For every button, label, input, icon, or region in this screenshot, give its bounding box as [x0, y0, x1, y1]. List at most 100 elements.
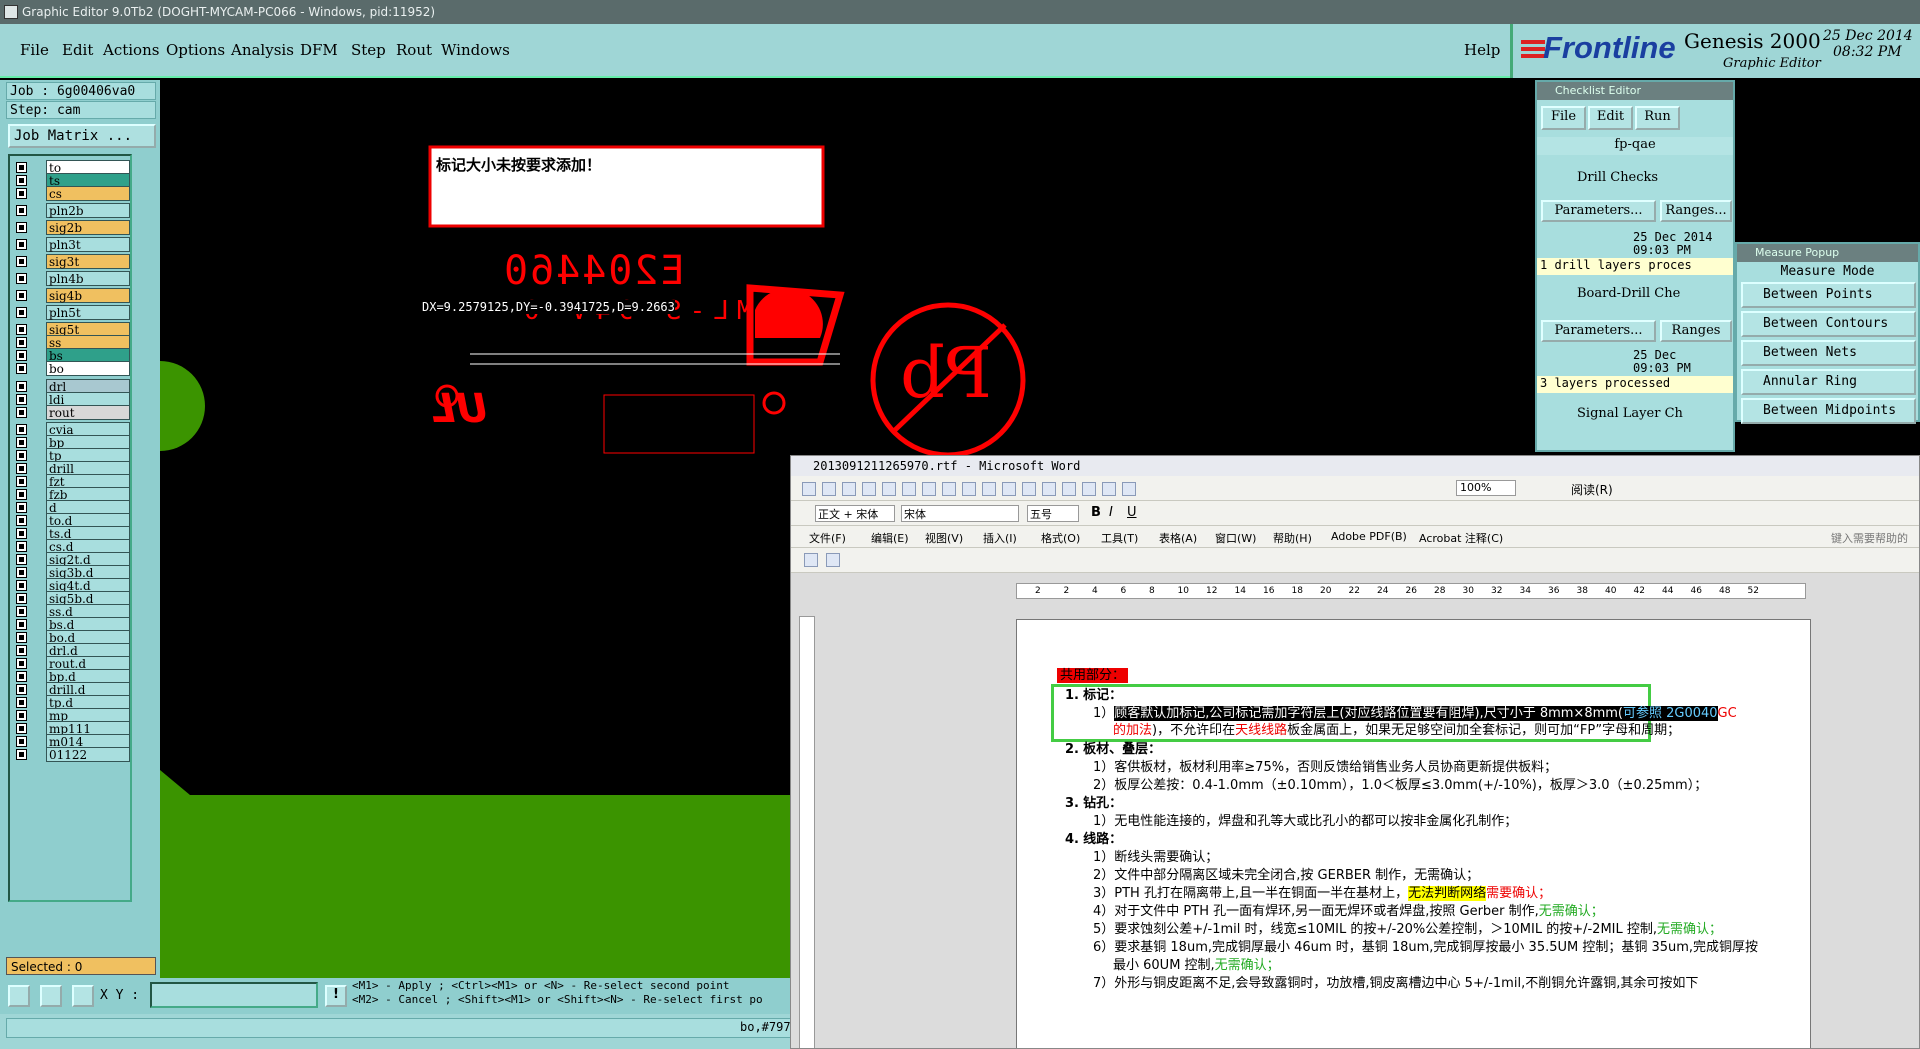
open-icon[interactable]	[822, 481, 836, 496]
table-icon[interactable]	[1062, 481, 1076, 496]
help-search-box[interactable]: 键入需要帮助的	[1831, 530, 1908, 546]
mode-between-midpoints[interactable]: Between Midpoints	[1741, 398, 1916, 424]
layer-row-pln4b[interactable]: pln4b	[14, 271, 130, 286]
layer-checkbox[interactable]	[16, 619, 27, 630]
layer-checkbox[interactable]	[16, 273, 27, 284]
layer-name[interactable]: rout	[46, 405, 130, 420]
layer-checkbox[interactable]	[16, 222, 27, 233]
layer-checkbox[interactable]	[16, 658, 27, 669]
menu-file[interactable]: File	[20, 41, 49, 59]
read-mode-button[interactable]: 阅读(R)	[1571, 481, 1613, 498]
layer-checkbox[interactable]	[16, 541, 27, 552]
grid-icon[interactable]	[72, 985, 94, 1007]
layer-checkbox[interactable]	[16, 671, 27, 682]
layer-checkbox[interactable]	[16, 593, 27, 604]
layer-row-sig3t[interactable]: sig3t	[14, 254, 130, 269]
layer-checkbox[interactable]	[16, 450, 27, 461]
layer-checkbox[interactable]	[16, 606, 27, 617]
checklist-menu-file[interactable]: File	[1541, 106, 1586, 130]
layer-checkbox[interactable]	[16, 515, 27, 526]
layer-checkbox[interactable]	[16, 749, 27, 760]
layer-checkbox[interactable]	[16, 350, 27, 361]
menu-rout[interactable]: Rout	[396, 41, 432, 59]
zoom-icon[interactable]	[8, 985, 30, 1007]
underline-button[interactable]: U	[1127, 505, 1137, 520]
columns-icon[interactable]	[1082, 481, 1096, 496]
word-menu-view[interactable]: 视图(V)	[925, 530, 963, 546]
layer-checkbox[interactable]	[16, 528, 27, 539]
layer-name[interactable]: bo	[46, 361, 130, 376]
word-menu-insert[interactable]: 插入(I)	[983, 530, 1017, 546]
document-page[interactable]: 共用部分： 1. 标记： 1）顾客默认加标记,公司标记需加字符层上(对应线路位置…	[1016, 619, 1811, 1048]
undo-icon[interactable]	[1002, 481, 1016, 496]
layer-name[interactable]: sig4b	[46, 288, 130, 303]
layer-checkbox[interactable]	[16, 554, 27, 565]
size-select[interactable]: 五号	[1027, 505, 1079, 522]
layer-name[interactable]: pln2b	[46, 203, 130, 218]
mode-between-nets[interactable]: Between Nets	[1741, 340, 1916, 366]
mode-annular-ring[interactable]: Annular Ring	[1741, 369, 1916, 395]
permission-icon[interactable]	[862, 481, 876, 496]
layer-checkbox[interactable]	[16, 684, 27, 695]
layer-checkbox[interactable]	[16, 697, 27, 708]
layer-row-sig2b[interactable]: sig2b	[14, 220, 130, 235]
pdf-review-icon[interactable]	[826, 553, 840, 567]
layer-checkbox[interactable]	[16, 239, 27, 250]
layer-checkbox[interactable]	[16, 394, 27, 405]
drill-parameters-button[interactable]: Parameters...	[1541, 200, 1656, 222]
preview-icon[interactable]	[902, 481, 916, 496]
layer-name[interactable]: 01122	[46, 747, 130, 762]
checklist-menu-edit[interactable]: Edit	[1588, 106, 1633, 130]
layer-checkbox[interactable]	[16, 723, 27, 734]
menu-step[interactable]: Step	[351, 41, 386, 59]
menu-help[interactable]: Help	[1464, 41, 1500, 59]
alert-icon[interactable]: !	[325, 985, 347, 1007]
new-doc-icon[interactable]	[802, 481, 816, 496]
layer-row-pln2b[interactable]: pln2b	[14, 203, 130, 218]
layer-row-pln5t[interactable]: pln5t	[14, 305, 130, 320]
word-menu-edit[interactable]: 编辑(E)	[871, 530, 909, 546]
layer-checkbox[interactable]	[16, 424, 27, 435]
menu-edit[interactable]: Edit	[62, 41, 93, 59]
layer-checkbox[interactable]	[16, 363, 27, 374]
word-menu-acrobat[interactable]: Acrobat 注释(C)	[1419, 530, 1503, 546]
italic-button[interactable]: I	[1109, 505, 1113, 520]
layer-name[interactable]: pln5t	[46, 305, 130, 320]
word-menu-window[interactable]: 窗口(W)	[1215, 530, 1256, 546]
layer-checkbox[interactable]	[16, 337, 27, 348]
xy-input[interactable]	[150, 982, 318, 1008]
layer-checkbox[interactable]	[16, 381, 27, 392]
layer-checkbox[interactable]	[16, 476, 27, 487]
cut-icon[interactable]	[942, 481, 956, 496]
redo-icon[interactable]	[1022, 481, 1036, 496]
drawing-icon[interactable]	[1102, 481, 1116, 496]
window-close-icon[interactable]	[4, 5, 18, 19]
layer-checkbox[interactable]	[16, 324, 27, 335]
layer-checkbox[interactable]	[16, 256, 27, 267]
layer-name[interactable]: pln3t	[46, 237, 130, 252]
save-icon[interactable]	[842, 481, 856, 496]
board-drill-ranges-button[interactable]: Ranges	[1660, 320, 1732, 342]
layer-row-pln3t[interactable]: pln3t	[14, 237, 130, 252]
layer-checkbox[interactable]	[16, 175, 27, 186]
layer-checkbox[interactable]	[16, 489, 27, 500]
layer-row-cs[interactable]: cs	[14, 186, 130, 201]
zoom-select[interactable]: 100%	[1456, 480, 1516, 496]
layer-checkbox[interactable]	[16, 290, 27, 301]
hyperlink-icon[interactable]	[1042, 481, 1056, 496]
layer-checkbox[interactable]	[16, 736, 27, 747]
menu-options[interactable]: Options	[166, 41, 225, 59]
board-drill-parameters-button[interactable]: Parameters...	[1541, 320, 1656, 342]
layer-row-sig4b[interactable]: sig4b	[14, 288, 130, 303]
mode-between-contours[interactable]: Between Contours	[1741, 311, 1916, 337]
menu-windows[interactable]: Windows	[441, 41, 510, 59]
word-menu-table[interactable]: 表格(A)	[1159, 530, 1197, 546]
layer-name[interactable]: sig2b	[46, 220, 130, 235]
layer-checkbox[interactable]	[16, 307, 27, 318]
job-matrix-button[interactable]: Job Matrix ...	[8, 124, 156, 148]
layer-checkbox[interactable]	[16, 645, 27, 656]
layer-name[interactable]: cs	[46, 186, 130, 201]
show-marks-icon[interactable]	[1122, 481, 1136, 496]
word-menu-adobe-pdf[interactable]: Adobe PDF(B)	[1331, 530, 1407, 543]
mode-between-points[interactable]: Between Points	[1741, 282, 1916, 308]
